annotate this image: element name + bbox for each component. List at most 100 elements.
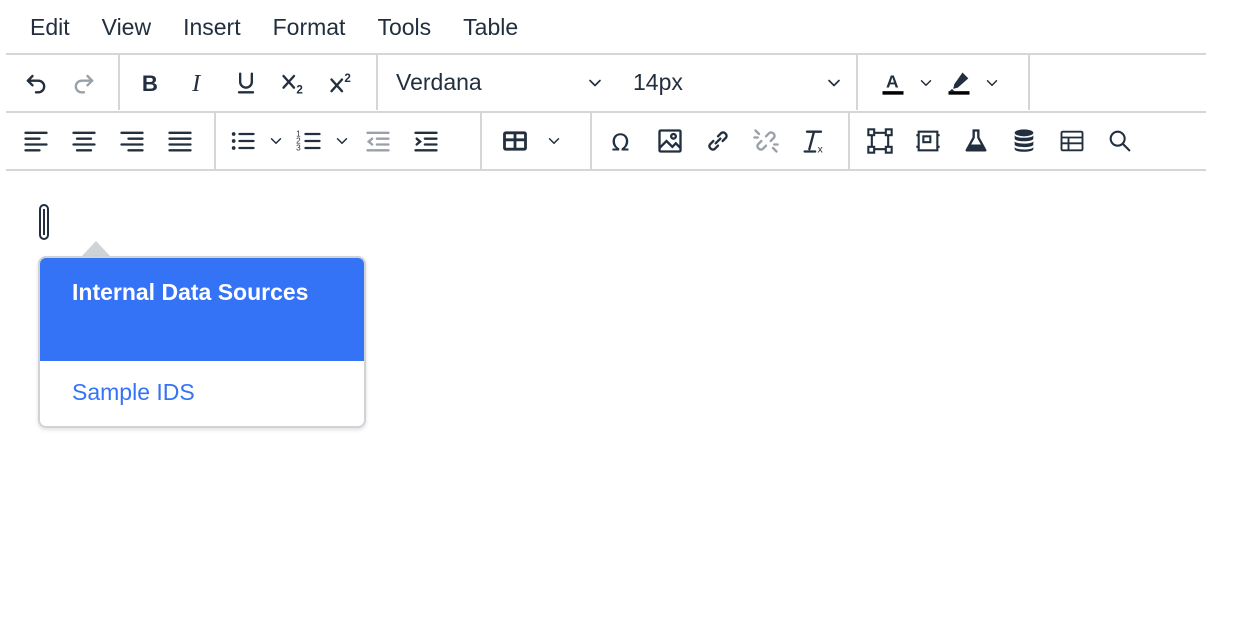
align-right-icon xyxy=(120,131,144,152)
italic-icon: I xyxy=(191,70,202,97)
text-color-dropdown[interactable] xyxy=(914,60,938,106)
numbered-list-button[interactable]: 123 xyxy=(288,118,354,164)
bullet-list-button[interactable] xyxy=(222,118,288,164)
special-character-button[interactable]: Ω xyxy=(598,118,646,164)
database-button[interactable] xyxy=(1000,118,1048,164)
database-icon xyxy=(1014,129,1034,152)
text-color-main[interactable]: A xyxy=(872,60,914,106)
font-group: Verdana 14px xyxy=(378,55,858,110)
unlink-button[interactable] xyxy=(742,118,790,164)
image-icon xyxy=(658,129,682,153)
popup-header[interactable]: Internal Data Sources xyxy=(40,258,364,361)
menu-view[interactable]: View xyxy=(86,14,167,41)
menu-edit[interactable]: Edit xyxy=(14,14,86,41)
chevron-down-icon xyxy=(270,138,282,144)
custom-group xyxy=(850,113,1150,169)
justify-button[interactable] xyxy=(156,118,204,164)
clear-formatting-button[interactable]: x xyxy=(790,118,838,164)
svg-text:A: A xyxy=(886,71,899,91)
menu-tools[interactable]: Tools xyxy=(361,14,447,41)
svg-text:x: x xyxy=(818,144,824,155)
outdent-icon xyxy=(366,131,390,152)
chevron-down-icon xyxy=(548,138,560,144)
data-source-popup: Internal Data Sources Sample IDS xyxy=(38,256,366,428)
bold-button[interactable]: B xyxy=(126,60,174,106)
outdent-button[interactable] xyxy=(354,118,402,164)
bullet-list-dropdown[interactable] xyxy=(264,118,288,164)
text-color-button[interactable]: A xyxy=(872,60,938,106)
omega-icon: Ω xyxy=(612,128,630,155)
numbered-list-icon: 123 xyxy=(296,129,321,152)
italic-button[interactable]: I xyxy=(174,60,222,106)
indent-icon xyxy=(414,131,438,152)
svg-text:B: B xyxy=(142,71,158,96)
highlight-color-button[interactable] xyxy=(938,60,1004,106)
search-button[interactable] xyxy=(1096,118,1144,164)
undo-button[interactable] xyxy=(12,60,60,106)
table-main[interactable] xyxy=(488,118,542,164)
svg-text:I: I xyxy=(191,70,202,97)
superscript-icon: 2 xyxy=(330,71,351,92)
menubar: Edit View Insert Format Tools Table xyxy=(14,0,534,54)
redo-icon xyxy=(74,74,94,94)
svg-text:2: 2 xyxy=(344,71,351,84)
chevron-down-icon xyxy=(828,79,840,86)
underline-icon xyxy=(237,72,255,94)
align-right-button[interactable] xyxy=(108,118,156,164)
anchor-button[interactable] xyxy=(856,118,904,164)
text-color-icon: A xyxy=(882,71,904,95)
popup-item-sample-ids[interactable]: Sample IDS xyxy=(40,361,364,424)
menu-format[interactable]: Format xyxy=(257,14,362,41)
subscript-icon: 2 xyxy=(282,74,303,96)
highlight-color-main[interactable] xyxy=(938,60,980,106)
font-family-select[interactable]: Verdana xyxy=(378,60,617,106)
template-button[interactable] xyxy=(904,118,952,164)
image-button[interactable] xyxy=(646,118,694,164)
table-icon xyxy=(503,131,527,151)
bullet-list-main[interactable] xyxy=(222,118,264,164)
chevron-down-icon xyxy=(986,79,998,86)
highlighter-icon xyxy=(948,72,970,95)
redo-button[interactable] xyxy=(60,60,108,106)
font-size-value: 14px xyxy=(633,69,683,95)
flask-button[interactable] xyxy=(952,118,1000,164)
subscript-button[interactable]: 2 xyxy=(270,60,318,106)
popup-arrow xyxy=(82,241,110,256)
font-size-select[interactable]: 14px xyxy=(617,60,856,106)
menu-insert[interactable]: Insert xyxy=(167,14,257,41)
unlink-icon xyxy=(753,129,779,153)
chevron-down-icon xyxy=(589,79,601,86)
bullet-list-icon xyxy=(231,132,255,150)
align-justify-icon xyxy=(168,131,192,152)
numbered-list-main[interactable]: 123 xyxy=(288,118,330,164)
anchor-icon xyxy=(867,128,893,154)
indent-button[interactable] xyxy=(402,118,450,164)
table-group xyxy=(482,113,592,169)
template-icon xyxy=(916,130,940,152)
link-icon xyxy=(708,131,728,151)
underline-button[interactable] xyxy=(222,60,270,106)
menu-table[interactable]: Table xyxy=(447,14,534,41)
insert-group: Ω x xyxy=(592,113,850,169)
bold-icon: B xyxy=(142,71,158,96)
align-center-button[interactable] xyxy=(60,118,108,164)
align-left-icon xyxy=(24,131,48,152)
highlight-color-dropdown[interactable] xyxy=(980,60,1004,106)
grid-button[interactable] xyxy=(1048,118,1096,164)
svg-text:2: 2 xyxy=(296,83,303,96)
svg-text:3: 3 xyxy=(296,143,301,152)
table-dropdown[interactable] xyxy=(542,118,566,164)
color-group: A xyxy=(858,55,1030,110)
search-icon xyxy=(1109,130,1131,152)
superscript-button[interactable]: 2 xyxy=(318,60,366,106)
align-left-button[interactable] xyxy=(12,118,60,164)
link-button[interactable] xyxy=(694,118,742,164)
toolbar-row-1: B I 2 2 Verdana 14px A xyxy=(6,53,1206,110)
font-family-value: Verdana xyxy=(396,69,482,95)
grid-icon xyxy=(1060,130,1084,152)
chevron-down-icon xyxy=(336,138,348,144)
table-button[interactable] xyxy=(488,118,566,164)
placeholder-marker[interactable] xyxy=(39,204,49,240)
numbered-list-dropdown[interactable] xyxy=(330,118,354,164)
formatting-group: B I 2 2 xyxy=(120,55,378,110)
